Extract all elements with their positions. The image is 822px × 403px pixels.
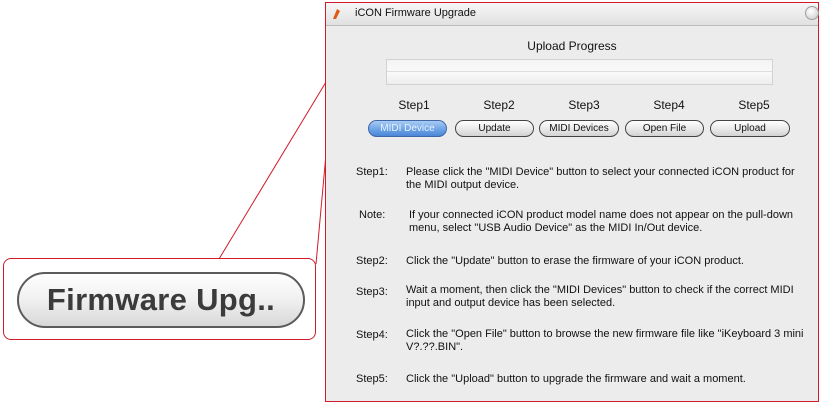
upload-progress-bar (386, 59, 773, 85)
step5-label: Step5 (738, 98, 770, 112)
upload-progress-label: Upload Progress (527, 39, 617, 53)
instruction-text-step4: Click the "Open File" button to browse t… (406, 328, 804, 353)
instruction-label-step3: Step3: (356, 286, 388, 298)
close-button[interactable] (805, 6, 819, 20)
firmware-upgrade-button-zoomed[interactable]: Firmware Upg.. (17, 272, 305, 328)
window-title: iCON Firmware Upgrade (355, 7, 477, 19)
midi-device-button[interactable]: MIDI Device (368, 120, 447, 137)
step3-label: Step3 (568, 98, 600, 112)
instruction-label-step1: Step1: (356, 166, 388, 178)
instruction-label-note: Note: (359, 209, 386, 221)
instruction-text-step1: Please click the "MIDI Device" button to… (406, 166, 795, 191)
upload-button[interactable]: Upload (710, 120, 790, 137)
app-logo-icon (333, 9, 340, 19)
firmware-upgrade-window: iCON Firmware Upgrade Upload Progress St… (325, 2, 819, 402)
instruction-text-step3: Wait a moment, then click the "MIDI Devi… (406, 284, 794, 309)
instruction-text-step2: Click the "Update" button to erase the f… (406, 255, 744, 267)
instruction-label-step5: Step5: (356, 373, 388, 385)
instruction-text-note: If your connected iCON product model nam… (409, 209, 794, 234)
step4-label: Step4 (653, 98, 685, 112)
open-file-button[interactable]: Open File (625, 120, 704, 137)
instruction-text-step5: Click the "Upload" button to upgrade the… (406, 373, 746, 385)
zoom-callout: Firmware Upg.. (3, 258, 316, 340)
instruction-label-step2: Step2: (356, 255, 388, 267)
update-button[interactable]: Update (455, 120, 534, 137)
step2-label: Step2 (483, 98, 515, 112)
step1-label: Step1 (398, 98, 430, 112)
instruction-label-step4: Step4: (356, 329, 388, 341)
midi-devices-button[interactable]: MIDI Devices (539, 120, 619, 137)
title-bar: iCON Firmware Upgrade (326, 3, 819, 26)
